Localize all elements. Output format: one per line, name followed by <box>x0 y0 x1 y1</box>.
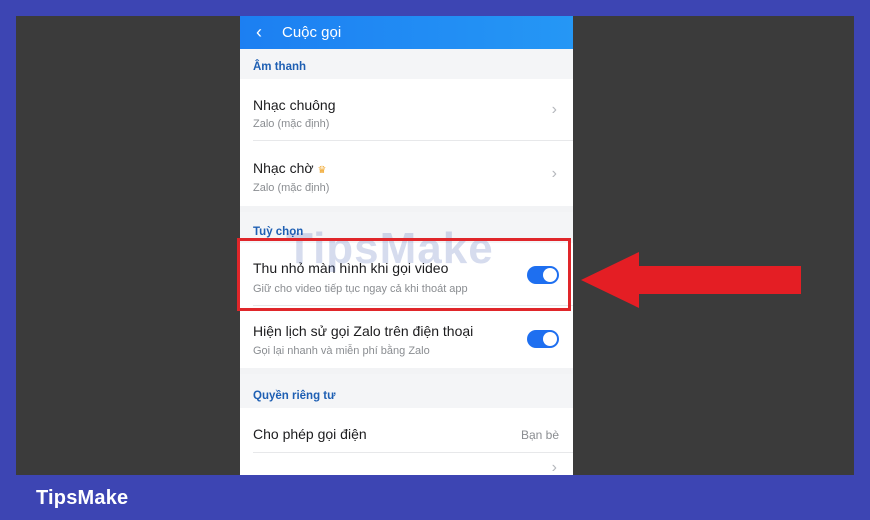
setting-title: Nhạc chuông <box>253 97 336 113</box>
chevron-right-icon: › <box>551 101 557 118</box>
setting-row-partial[interactable]: › <box>240 453 573 475</box>
toggle-knob <box>543 332 557 346</box>
frame-top <box>0 0 870 16</box>
setting-value: Bạn bè <box>520 428 559 442</box>
chevron-right-icon: › <box>551 165 557 182</box>
app-header: ‹ Cuộc gọi <box>240 16 573 49</box>
crown-icon: ♛ <box>317 165 327 176</box>
highlight-box <box>237 238 571 311</box>
page-title: Cuộc gọi <box>282 24 342 41</box>
setting-ringtone[interactable]: Nhạc chuông Zalo (mặc định) › <box>240 79 573 141</box>
screenshot-stage: ‹ Cuộc gọi Âm thanh Nhạc chuông Zalo (mặ… <box>16 16 854 475</box>
back-chevron-icon[interactable]: ‹ <box>256 22 262 43</box>
red-arrow-icon <box>581 252 801 308</box>
setting-call-history: Hiện lịch sử gọi Zalo trên điện thoại Gọ… <box>240 306 573 368</box>
brand-logo: TipsMake <box>36 487 129 509</box>
section-header-privacy: Quyền riêng tư <box>240 374 573 408</box>
setting-title: Cho phép gọi điện <box>253 426 367 442</box>
section-title: Âm thanh <box>253 61 307 73</box>
setting-subtitle: Zalo (mặc định) <box>253 182 330 194</box>
setting-title: Hiện lịch sử gọi Zalo trên điện thoại <box>253 323 474 339</box>
setting-ringback[interactable]: Nhạc chờ ♛ Zalo (mặc định) › <box>240 141 573 206</box>
setting-title: Nhạc chờ ♛ <box>253 160 327 176</box>
chevron-right-icon: › <box>551 459 557 475</box>
section-title: Quyền riêng tư <box>253 390 336 402</box>
section-header-sound: Âm thanh <box>240 49 573 79</box>
call-history-toggle[interactable] <box>527 330 559 348</box>
setting-title-text: Nhạc chờ <box>253 160 314 176</box>
setting-allow-calls[interactable]: Cho phép gọi điện Bạn bè <box>240 408 573 453</box>
footer-bar: TipsMake <box>0 475 870 520</box>
setting-subtitle: Gọi lại nhanh và miễn phí bằng Zalo <box>253 345 430 357</box>
setting-subtitle: Zalo (mặc định) <box>253 118 330 130</box>
